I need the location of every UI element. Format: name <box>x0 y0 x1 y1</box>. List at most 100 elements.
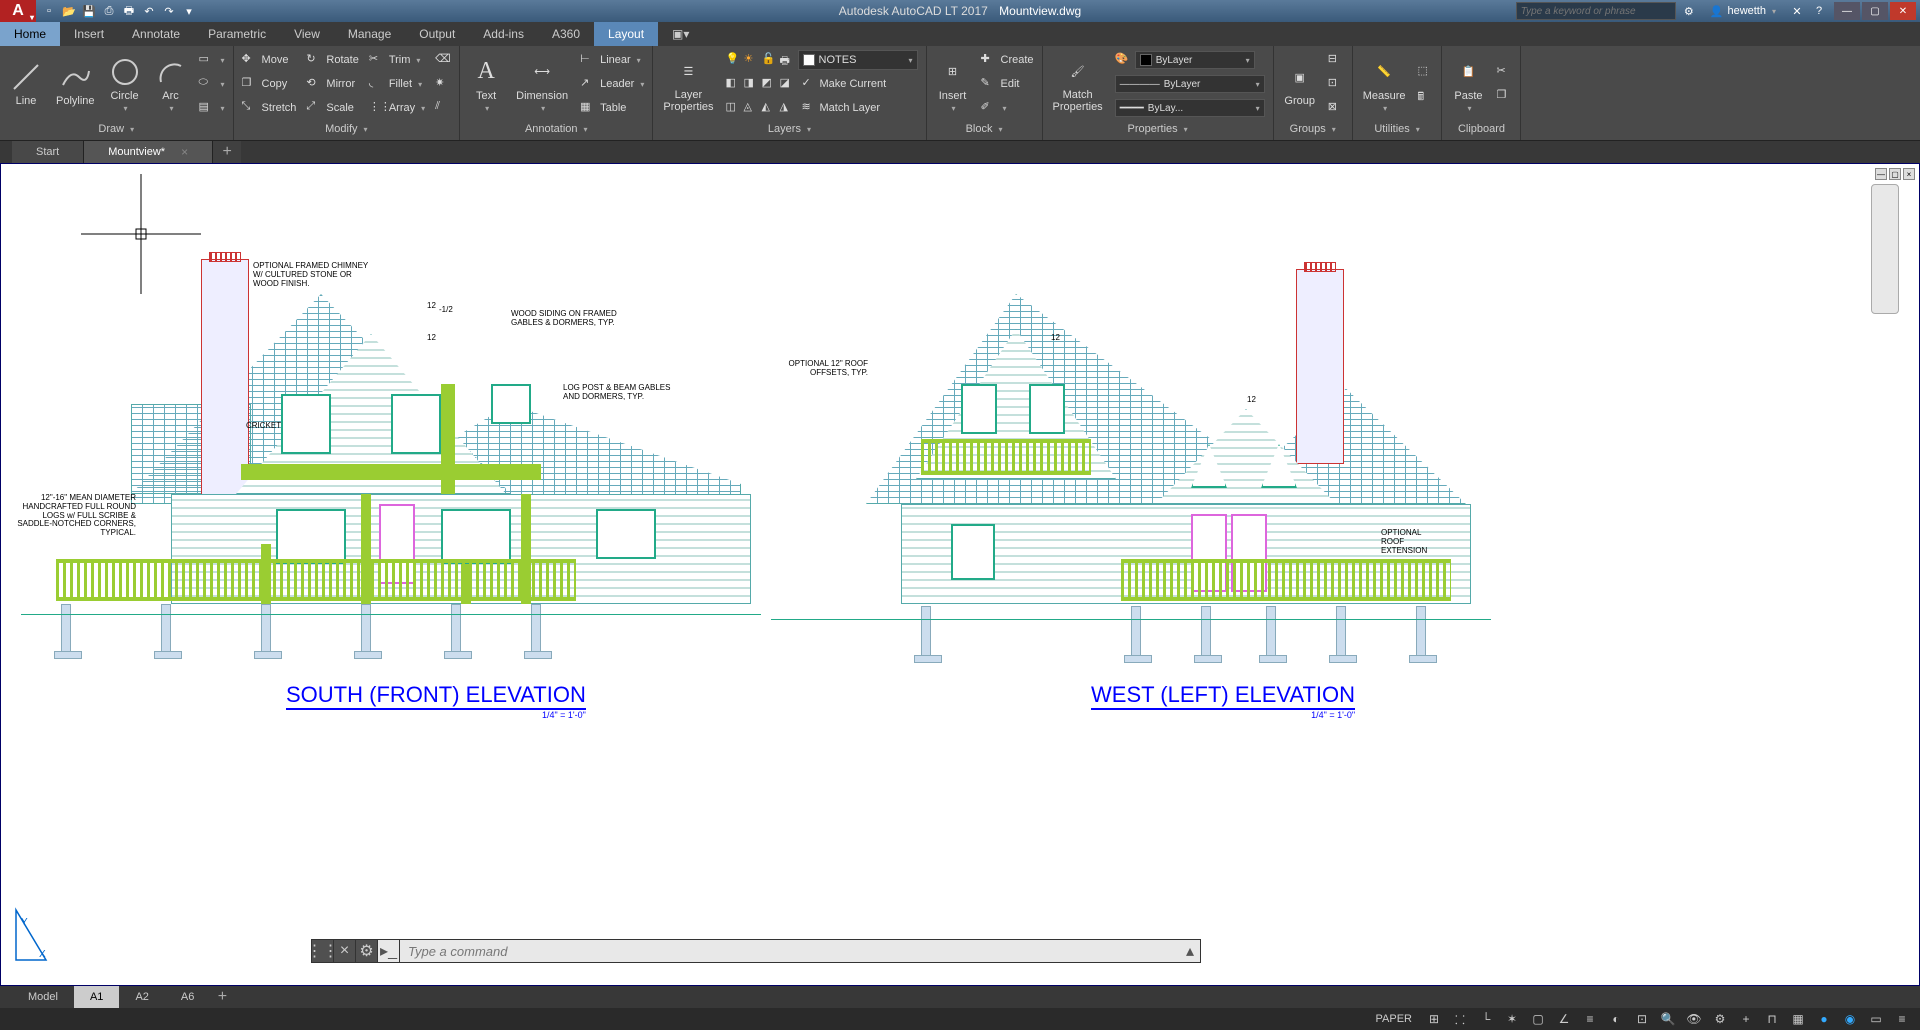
lock-icon[interactable]: 🔓 <box>762 52 778 68</box>
layer-dropdown[interactable]: NOTES▾ <box>798 50 918 70</box>
layer-tool-icon[interactable]: ◬ <box>744 100 760 116</box>
edit-attr-button[interactable]: ✐▾ <box>977 97 1038 119</box>
leader-button[interactable]: ↗Leader▾ <box>576 73 648 95</box>
match-properties-button[interactable]: 🖌Match Properties <box>1047 53 1109 115</box>
hardware-icon[interactable]: ◉ <box>1838 1009 1862 1029</box>
layer-properties-button[interactable]: ☰Layer Properties <box>657 53 719 115</box>
isolate-icon[interactable]: ● <box>1812 1009 1836 1029</box>
layout-tab-a1[interactable]: A1 <box>74 986 119 1008</box>
lineweight-dropdown[interactable]: ━━━━ByLay...▾ <box>1115 99 1265 117</box>
vp-max-icon[interactable]: ▢ <box>1889 168 1901 180</box>
open-icon[interactable]: 📂 <box>60 2 78 20</box>
tab-insert[interactable]: Insert <box>60 22 118 46</box>
saveas-icon[interactable]: ⎙ <box>100 2 118 20</box>
arc-button[interactable]: Arc▾ <box>149 54 193 115</box>
layout-tab-model[interactable]: Model <box>12 986 74 1008</box>
ungroup-button[interactable]: ⊟ <box>1324 49 1348 71</box>
group-select-button[interactable]: ⊠ <box>1324 97 1348 119</box>
cmd-prompt-icon[interactable]: ▸_ <box>378 940 400 962</box>
tab-home[interactable]: Home <box>0 22 60 46</box>
redo-icon[interactable]: ↷ <box>160 2 178 20</box>
units-icon[interactable]: ⊓ <box>1760 1009 1784 1029</box>
file-tab-mountview[interactable]: Mountview*× <box>84 141 213 163</box>
clean-icon[interactable]: ▭ <box>1864 1009 1888 1029</box>
osnap-icon[interactable]: ▢ <box>1526 1009 1550 1029</box>
maximize-button[interactable]: ▢ <box>1862 2 1888 20</box>
undo-icon[interactable]: ↶ <box>140 2 158 20</box>
linetype-dropdown[interactable]: ————ByLayer▾ <box>1115 75 1265 93</box>
otrack-icon[interactable]: ∠ <box>1552 1009 1576 1029</box>
tab-featured-apps-icon[interactable]: ▣▾ <box>658 22 703 46</box>
color-icon[interactable]: 🎨 <box>1115 52 1131 68</box>
qat-dropdown-icon[interactable]: ▾ <box>180 2 198 20</box>
vp-min-icon[interactable]: — <box>1875 168 1887 180</box>
infocenter-icon[interactable]: ⚙ <box>1680 2 1698 20</box>
layer-tool-icon[interactable]: ◩ <box>762 76 778 92</box>
nav-bar[interactable] <box>1871 184 1899 314</box>
polar-icon[interactable]: ✶ <box>1500 1009 1524 1029</box>
command-input[interactable]: Type a command <box>400 940 1180 962</box>
snap-icon[interactable]: ⸬ <box>1448 1009 1472 1029</box>
help-search-input[interactable] <box>1516 2 1676 20</box>
insert-button[interactable]: ⊞Insert▾ <box>931 54 975 115</box>
mirror-button[interactable]: ⟲Mirror <box>302 73 362 95</box>
move-button[interactable]: ✥Move <box>238 49 301 71</box>
color-dropdown[interactable]: ByLayer▾ <box>1135 51 1255 69</box>
tab-a360[interactable]: A360 <box>538 22 594 46</box>
workspace-icon[interactable]: ⚙ <box>1708 1009 1732 1029</box>
copy-clip-button[interactable]: ❐ <box>1492 85 1516 107</box>
save-icon[interactable]: 💾 <box>80 2 98 20</box>
layer-tool-icon[interactable]: ◪ <box>780 76 796 92</box>
explode-button[interactable]: ✷ <box>431 73 455 95</box>
panel-draw-label[interactable]: Draw▾ <box>4 120 229 138</box>
panel-properties-label[interactable]: Properties▾ <box>1047 120 1269 138</box>
exchange-icon[interactable]: ✕ <box>1788 2 1806 20</box>
minimize-button[interactable]: — <box>1834 2 1860 20</box>
layout-tab-a2[interactable]: A2 <box>119 986 164 1008</box>
customize-icon[interactable]: ≡ <box>1890 1009 1914 1029</box>
panel-groups-label[interactable]: Groups▾ <box>1278 120 1348 138</box>
array-button[interactable]: ⋮⋮Array▾ <box>365 97 429 119</box>
annoscale-icon[interactable]: 🔍 <box>1656 1009 1680 1029</box>
annovisibility-icon[interactable]: 👁 <box>1682 1009 1706 1029</box>
measure-button[interactable]: 📏Measure▾ <box>1357 54 1412 115</box>
cmd-grip-icon[interactable]: ⋮⋮ <box>312 940 334 962</box>
close-tab-icon[interactable]: × <box>181 145 188 159</box>
match-layer-button[interactable]: ◫ ◬ ◭ ◮ ≋Match Layer <box>722 97 922 119</box>
panel-utilities-label[interactable]: Utilities▾ <box>1357 120 1438 138</box>
lwt-icon[interactable]: ≡ <box>1578 1009 1602 1029</box>
bulb-icon[interactable]: 💡 <box>726 52 742 68</box>
group-edit-button[interactable]: ⊡ <box>1324 73 1348 95</box>
table-button[interactable]: ▦Table <box>576 97 648 119</box>
app-logo[interactable]: A <box>0 0 36 22</box>
panel-layers-label[interactable]: Layers▾ <box>657 120 921 138</box>
trim-button[interactable]: ✂Trim▾ <box>365 49 429 71</box>
cmd-history-icon[interactable]: ▴ <box>1180 940 1200 962</box>
paste-button[interactable]: 📋Paste▾ <box>1446 54 1490 115</box>
offset-button[interactable]: ⫽ <box>431 97 455 119</box>
panel-block-label[interactable]: Block▾ <box>931 120 1038 138</box>
text-button[interactable]: AText▾ <box>464 54 508 115</box>
ortho-icon[interactable]: └ <box>1474 1009 1498 1029</box>
layer-tool-icon[interactable]: ◧ <box>726 76 742 92</box>
circle-button[interactable]: Circle▾ <box>103 54 147 115</box>
layout-tab-add[interactable]: + <box>210 986 234 1008</box>
fillet-button[interactable]: ◟Fillet▾ <box>365 73 429 95</box>
vp-close-icon[interactable]: × <box>1903 168 1915 180</box>
quickcalc-button[interactable]: 🖩 <box>1413 85 1437 107</box>
layout-tab-a6[interactable]: A6 <box>165 986 210 1008</box>
quickprops-icon[interactable]: ▦ <box>1786 1009 1810 1029</box>
new-tab-button[interactable]: + <box>213 141 241 163</box>
tab-layout[interactable]: Layout <box>594 22 658 46</box>
tab-output[interactable]: Output <box>405 22 469 46</box>
dimension-button[interactable]: ⟷Dimension▾ <box>510 54 574 115</box>
layer-tool-icon[interactable]: ◫ <box>726 100 742 116</box>
tab-annotate[interactable]: Annotate <box>118 22 194 46</box>
user-menu[interactable]: 👤 hewetth ▾ <box>1702 5 1784 18</box>
help-icon[interactable]: ? <box>1810 2 1828 20</box>
annomonitor-icon[interactable]: + <box>1734 1009 1758 1029</box>
panel-annotation-label[interactable]: Annotation▾ <box>464 120 648 138</box>
copy-button[interactable]: ❐Copy <box>238 73 301 95</box>
group-button[interactable]: ▣Group <box>1278 59 1322 109</box>
erase-button[interactable]: ⌫ <box>431 49 455 71</box>
